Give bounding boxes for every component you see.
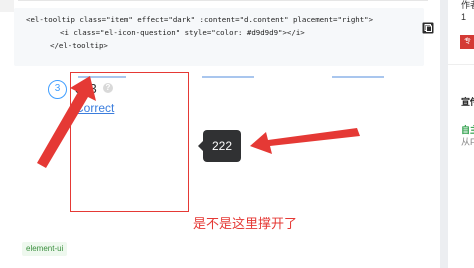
annotation-text: 是不是这里撑开了 [193, 216, 298, 231]
arrow-left-icon [37, 76, 96, 168]
arrow-right-icon [250, 128, 360, 154]
sidebar-green-link[interactable]: 自主 [461, 125, 474, 136]
sidebar-divider [448, 64, 474, 65]
sidebar-gray-text: 从F [461, 137, 474, 147]
sidebar-section-title: 宣传 [461, 97, 474, 107]
sidebar-badge[interactable]: 专栏 [460, 35, 474, 49]
sidebar-author: 作者 [461, 0, 474, 10]
sidebar-count: 1 [461, 12, 467, 22]
tag-element-ui[interactable]: element-ui [22, 242, 68, 256]
